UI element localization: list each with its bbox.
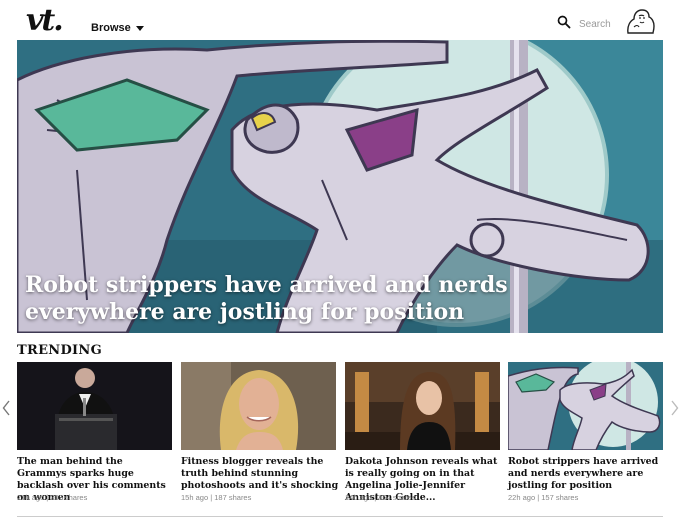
card-title[interactable]: Fitness blogger reveals the truth behind… — [181, 456, 339, 492]
card-thumbnail — [345, 362, 500, 450]
trending-card[interactable]: The man behind the Grammys sparks huge b… — [17, 362, 172, 503]
trending-card[interactable]: Dakota Johnson reveals what is really go… — [345, 362, 500, 503]
browse-menu-button[interactable]: Browse — [91, 22, 144, 34]
carousel-next-icon[interactable] — [670, 400, 679, 416]
card-meta: 21h ago | 207 shares — [17, 493, 88, 502]
trending-card[interactable]: Fitness blogger reveals the truth behind… — [181, 362, 339, 502]
chevron-down-icon — [135, 25, 144, 31]
card-thumbnail — [508, 362, 663, 450]
card-thumbnail — [17, 362, 172, 450]
search-input[interactable] — [579, 16, 621, 32]
hero-article[interactable]: Robot strippers have arrived and nerds e… — [17, 40, 663, 333]
browse-label: Browse — [91, 22, 131, 34]
hero-headline[interactable]: Robot strippers have arrived and nerds e… — [25, 272, 625, 326]
card-thumbnail — [181, 362, 336, 450]
search-icon[interactable] — [557, 15, 571, 29]
gorilla-icon[interactable] — [625, 7, 657, 35]
card-meta: 22h ago | 157 shares — [508, 493, 579, 502]
card-meta: 14h ago | 164 shares — [345, 493, 416, 502]
site-logo[interactable]: vt. — [26, 4, 64, 38]
card-meta: 15h ago | 187 shares — [181, 493, 252, 502]
trending-heading: TRENDING — [17, 343, 103, 358]
trending-card[interactable]: Robot strippers have arrived and nerds e… — [508, 362, 666, 502]
card-title[interactable]: Robot strippers have arrived and nerds e… — [508, 456, 666, 492]
divider — [17, 516, 663, 517]
carousel-prev-icon[interactable] — [2, 400, 11, 416]
